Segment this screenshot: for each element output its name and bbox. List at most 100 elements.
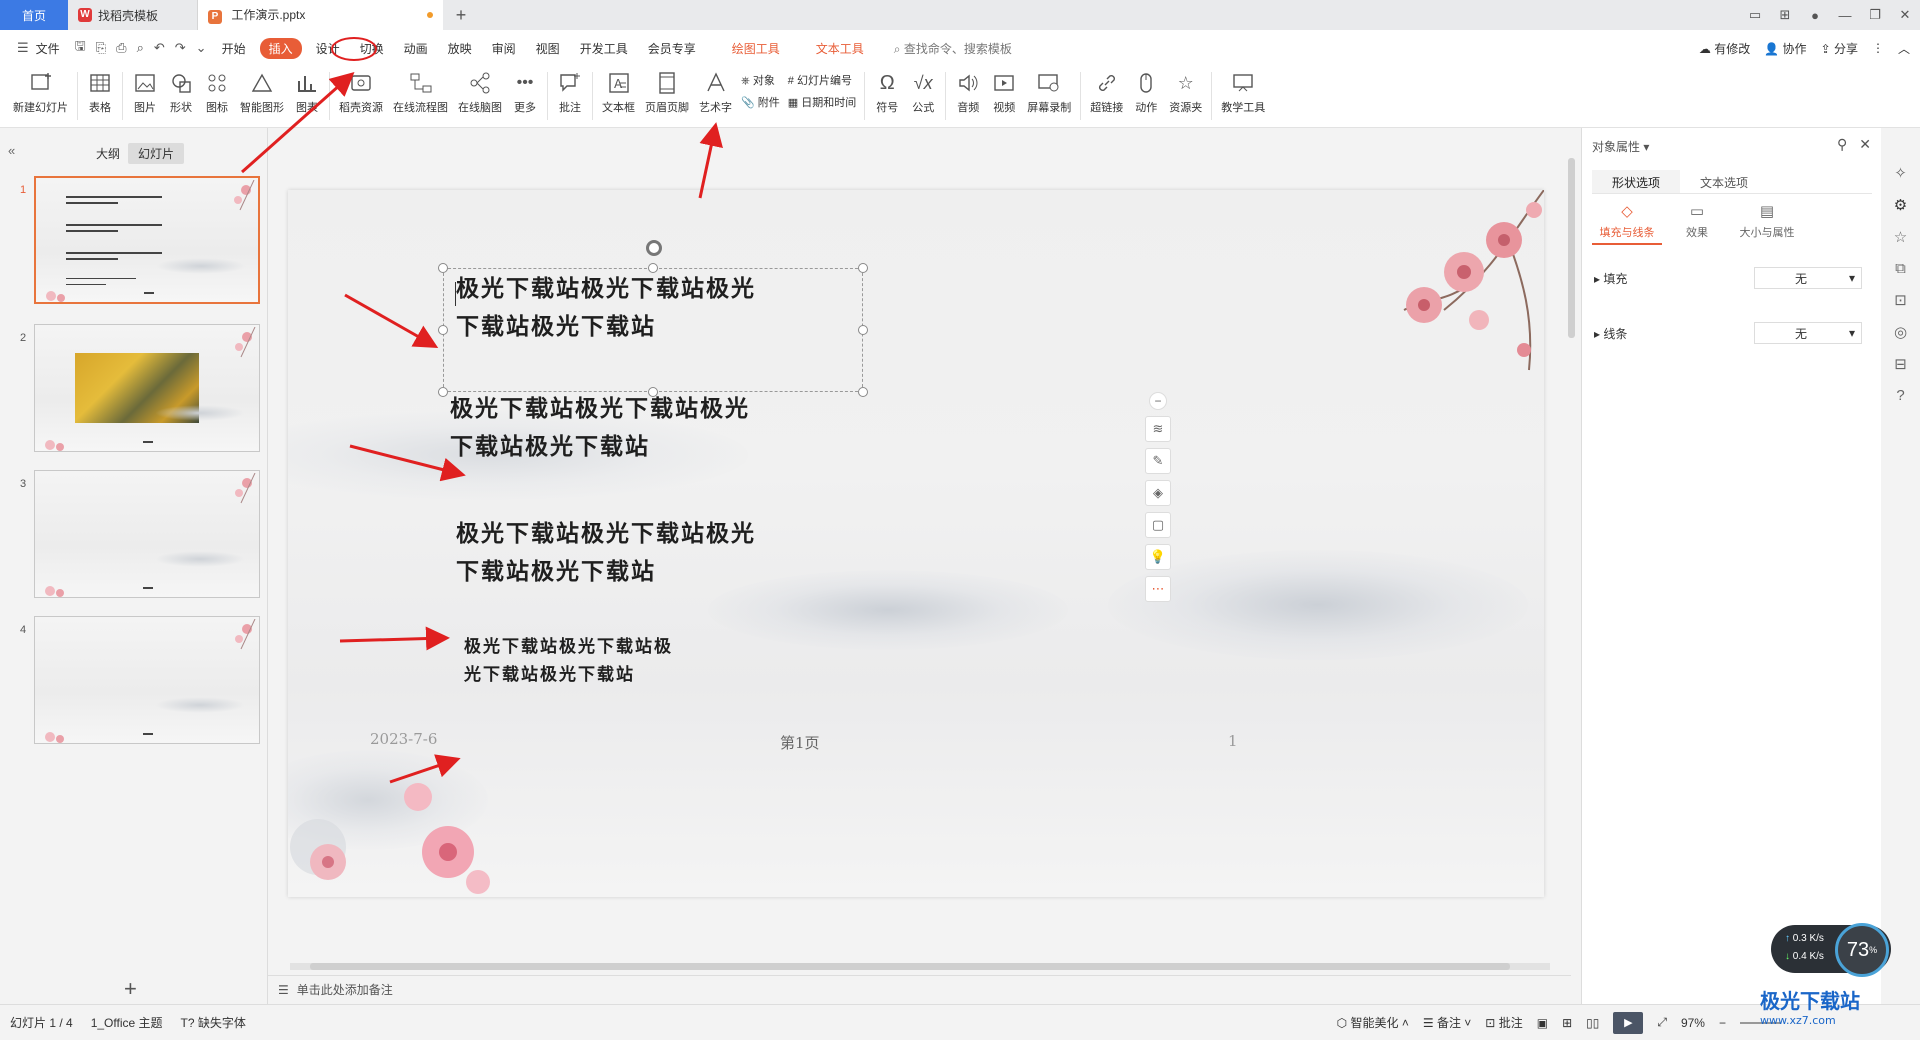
resource-button[interactable]: 稻壳资源	[334, 66, 388, 115]
more-button[interactable]: ••• 更多	[507, 66, 543, 115]
textbox-button[interactable]: A 文本框	[597, 66, 640, 115]
save-icon[interactable]: 🖫	[70, 37, 91, 59]
normal-view-icon[interactable]: ▣	[1537, 1016, 1548, 1030]
play-button[interactable]: ▶	[1613, 1011, 1644, 1034]
wordart-button[interactable]: 艺术字	[694, 66, 737, 115]
preview-icon[interactable]: ⌕	[132, 40, 149, 56]
restore-button[interactable]: ❐	[1860, 7, 1890, 23]
slide-text-1[interactable]: 极光下载站极光下载站极光 下载站极光下载站	[456, 270, 756, 346]
comment-button[interactable]: 批注	[552, 66, 588, 115]
customize-icon[interactable]: ⌄	[191, 40, 212, 56]
teaching-tools-button[interactable]: 教学工具	[1216, 66, 1270, 115]
add-slide-button[interactable]: +	[124, 976, 137, 1002]
rotate-handle[interactable]	[646, 240, 662, 256]
slide-number-button[interactable]: # 幻灯片编号	[788, 72, 856, 88]
tab-outline[interactable]: 大纲	[86, 143, 130, 164]
close-icon[interactable]: ✕	[1859, 136, 1871, 153]
effect-tab[interactable]: ▭ 效果	[1662, 202, 1732, 245]
menu-member[interactable]: 会员专享	[638, 40, 706, 57]
notes-area[interactable]: ☰ 单击此处添加备注	[268, 975, 1571, 1003]
mindmap-button[interactable]: 在线脑图	[453, 66, 507, 115]
tab-template[interactable]: W 找稻壳模板	[68, 0, 198, 30]
pen-icon[interactable]: ✎	[1145, 448, 1171, 474]
more-menu-icon[interactable]: ⋮	[1872, 41, 1884, 55]
line-expander[interactable]: ▸ 线条	[1594, 325, 1754, 342]
slide-text-3[interactable]: 极光下载站极光下载站极光 下载站极光下载站	[456, 515, 756, 591]
pin-icon[interactable]: ⚲	[1837, 136, 1847, 153]
frame-icon[interactable]: ▢	[1145, 512, 1171, 538]
avatar[interactable]: ●	[1800, 8, 1830, 23]
redo-icon[interactable]: ↷	[170, 40, 191, 56]
slide-text-4[interactable]: 极光下载站极光下载站极 光下载站极光下载站	[464, 633, 673, 689]
slide-thumbnail-2[interactable]	[34, 324, 260, 452]
menu-slideshow[interactable]: 放映	[438, 40, 482, 57]
symbol-button[interactable]: Ω 符号	[869, 66, 905, 115]
resize-handle[interactable]	[438, 325, 448, 335]
vertical-scrollbar[interactable]	[1566, 138, 1576, 950]
header-footer-button[interactable]: 页眉页脚	[640, 66, 694, 115]
tab-slides[interactable]: 幻灯片	[128, 143, 185, 164]
resource-box-button[interactable]: ☆ 资源夹	[1164, 66, 1207, 115]
fill-expander[interactable]: ▸ 填充	[1594, 270, 1754, 287]
chart-button[interactable]: 图表	[289, 66, 325, 115]
theme-name[interactable]: 1_Office 主题	[91, 1014, 163, 1031]
collapse-ribbon-icon[interactable]: ︿	[1898, 40, 1910, 57]
fit-icon[interactable]: ⤢	[1657, 1015, 1667, 1030]
location-icon[interactable]: ◎	[1894, 323, 1907, 341]
tab-home[interactable]: 首页	[0, 0, 68, 30]
datetime-button[interactable]: ▦ 日期和时间	[788, 94, 856, 110]
menu-view[interactable]: 视图	[526, 40, 570, 57]
pane-title[interactable]: 对象属性 ▾	[1592, 138, 1649, 155]
hamburger-icon[interactable]: ☰	[12, 40, 34, 56]
resize-handle[interactable]	[858, 263, 868, 273]
horizontal-scrollbar[interactable]	[280, 960, 1570, 972]
hyperlink-button[interactable]: 超链接	[1085, 66, 1128, 115]
menu-file[interactable]: 文件	[34, 40, 70, 57]
layers-icon[interactable]: ≋	[1145, 416, 1171, 442]
action-button[interactable]: 动作	[1128, 66, 1164, 115]
fill-icon[interactable]: ◈	[1145, 480, 1171, 506]
print-icon[interactable]: ⎙	[111, 40, 131, 56]
more-options-icon[interactable]: ⋯	[1145, 576, 1171, 602]
menu-developer[interactable]: 开发工具	[570, 40, 638, 57]
resize-handle[interactable]	[858, 387, 868, 397]
sorter-view-icon[interactable]: ⊞	[1562, 1016, 1572, 1030]
smart-graphic-button[interactable]: 智能图形	[235, 66, 289, 115]
export-icon[interactable]: ⎘	[91, 40, 111, 56]
collab-button[interactable]: 👤 协作	[1764, 40, 1806, 57]
table-button[interactable]: 表格	[82, 66, 118, 115]
line-select[interactable]: 无 ▾	[1754, 322, 1862, 344]
resize-handle[interactable]	[438, 387, 448, 397]
menu-start[interactable]: 开始	[212, 40, 256, 57]
lightbulb-icon[interactable]: 💡	[1145, 544, 1171, 570]
menu-animation[interactable]: 动画	[394, 40, 438, 57]
zoom-level[interactable]: 97%	[1681, 1016, 1705, 1030]
fill-line-tab[interactable]: ◇ 填充与线条	[1592, 202, 1662, 245]
slide-thumbnail-3[interactable]	[34, 470, 260, 598]
menu-design[interactable]: 设计	[306, 40, 350, 57]
layout-icon[interactable]: ▭	[1740, 7, 1770, 23]
collapse-toolbar-icon[interactable]: −	[1149, 392, 1167, 410]
notes-toggle[interactable]: ☰ 备注 ˅	[1423, 1014, 1471, 1031]
tab-text-options[interactable]: 文本选项	[1680, 170, 1768, 193]
minimize-button[interactable]: —	[1830, 8, 1860, 23]
network-speed-widget[interactable]: ↑ 0.3 K/s ↓ 0.4 K/s 73%	[1771, 923, 1891, 977]
properties-icon[interactable]: ⚙	[1894, 196, 1907, 214]
size-tab[interactable]: ▤ 大小与属性	[1732, 202, 1802, 245]
screen-record-button[interactable]: 屏幕录制	[1022, 66, 1076, 115]
resize-handle[interactable]	[438, 263, 448, 273]
new-tab-button[interactable]: +	[443, 0, 479, 30]
animation-icon[interactable]: ☆	[1894, 228, 1907, 246]
command-search[interactable]: ⌕ 查找命令、搜索模板	[884, 40, 1022, 57]
book-icon[interactable]: ⊟	[1894, 355, 1907, 373]
new-slide-button[interactable]: 新建幻灯片	[8, 66, 73, 115]
flowchart-button[interactable]: 在线流程图	[388, 66, 453, 115]
slide-thumbnail-1[interactable]	[34, 176, 260, 304]
audio-button[interactable]: 音频	[950, 66, 986, 115]
backup-icon[interactable]: ⊡	[1894, 291, 1907, 309]
menu-drawing-tools[interactable]: 绘图工具	[722, 40, 790, 57]
comment-toggle[interactable]: ⊡ 批注	[1485, 1014, 1522, 1031]
zoom-out-icon[interactable]: −	[1719, 1016, 1726, 1030]
undo-icon[interactable]: ↶	[149, 40, 170, 56]
help-icon[interactable]: ?	[1896, 387, 1904, 404]
